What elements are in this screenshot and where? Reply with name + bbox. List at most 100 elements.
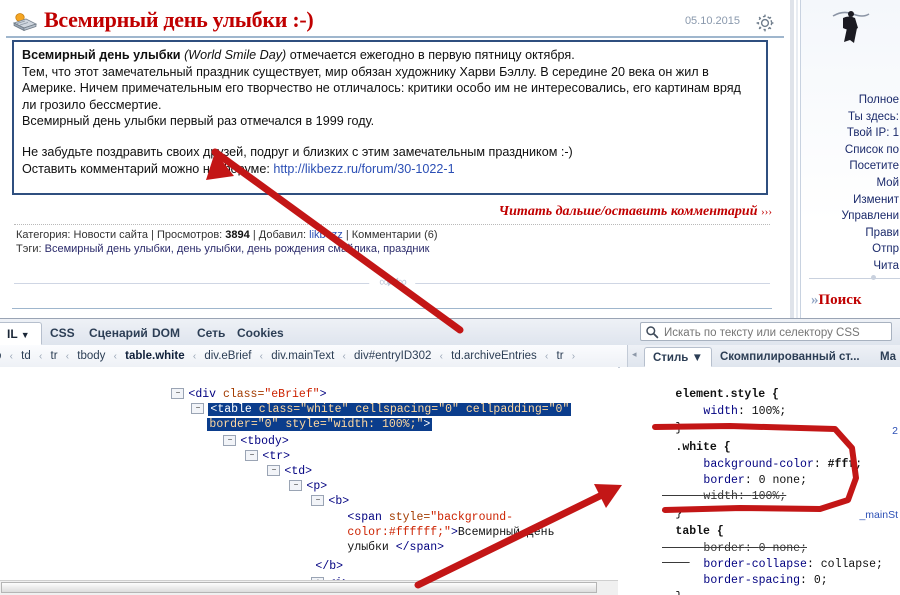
search-input[interactable] (662, 323, 892, 342)
css-source-link[interactable]: 2 (892, 424, 898, 440)
html-source-pane[interactable]: −<div class="eBrief"> −<table class="whi… (0, 367, 618, 595)
read-more-link[interactable]: Читать дальше/оставить комментарий ››› (499, 204, 772, 220)
sidebar-gutter (790, 0, 794, 318)
tab-layout[interactable]: Ma (872, 347, 900, 367)
tab-html[interactable]: IL ▼ (0, 322, 42, 345)
breadcrumb-item-div-maintext[interactable]: div.mainText (268, 350, 337, 362)
breadcrumb-item-tr-2[interactable]: tr (554, 350, 567, 362)
css-brace: } (675, 591, 682, 595)
css-style-pane[interactable]: element.style { width: 100%; } .white { … (620, 367, 900, 595)
article-entry: Всемирный день улыбки :-) 05.10.2015 Все… (6, 8, 784, 38)
tab-dom[interactable]: DOM (142, 322, 190, 345)
comments-label[interactable]: Комментарии (352, 229, 421, 241)
article-meta: Категория: Новости сайта | Просмотров: 3… (16, 229, 438, 256)
sidebar-link-2: Твой IP: 1 (801, 125, 899, 142)
css-value[interactable]: #fff (828, 458, 856, 471)
tab-css-label: CSS (50, 326, 75, 340)
breadcrumb-item-td[interactable]: td (18, 350, 34, 362)
breadcrumb-item-table-white[interactable]: table.white (122, 350, 187, 362)
breadcrumb-item-div-entryid302[interactable]: div#entryID302 (351, 350, 434, 362)
breadcrumb-overflow-left[interactable]: o (0, 350, 4, 362)
article-title[interactable]: Всемирный день улыбки :-) (44, 7, 313, 33)
tab-cookies[interactable]: Cookies (227, 322, 294, 345)
tab-style-label: Стиль (653, 352, 688, 364)
search-icon (645, 325, 659, 339)
sidebar-search-heading: »Поиск (811, 292, 862, 309)
sidebar-link-6[interactable]: Изменит (801, 192, 899, 209)
breadcrumb-overflow-right[interactable]: › (570, 351, 577, 362)
views-value: 3894 (225, 229, 249, 241)
author-value[interactable]: likbezz (309, 229, 343, 241)
chevron-down-icon: ▼ (21, 330, 30, 340)
breadcrumb-sep: ‹ (543, 351, 550, 362)
chevron-left-icon[interactable]: ◂ (632, 349, 637, 360)
css-value[interactable]: 0 (814, 574, 821, 587)
devtools-tab-bar: IL ▼ CSS Сценарий DOM Сеть Cookies (0, 319, 900, 346)
article-spacer (22, 130, 758, 144)
tab-computed-style-label: Скомпилированный ст... (720, 351, 860, 363)
sidebar-link-1[interactable]: Ты здесь: (801, 109, 899, 126)
article-header-rule (6, 36, 784, 38)
css-declaration[interactable]: border-spacing: 0; (662, 557, 828, 595)
sidebar-link-10[interactable]: Чита (801, 258, 899, 275)
tab-style[interactable]: Стиль ▼ (644, 347, 712, 367)
sidebar-link-7[interactable]: Управлени (801, 208, 899, 225)
breadcrumb-sep: ‹ (112, 351, 119, 362)
meta-divider (14, 224, 770, 225)
article-lead-italic: (World Smile Day) (184, 48, 286, 62)
breadcrumb-sep: ‹ (191, 351, 198, 362)
article-lead-rest: отмечается ежегодно в первую пятницу окт… (286, 48, 575, 62)
sidebar-link-4[interactable]: Посетите (801, 158, 899, 175)
article-paragraph-1: Всемирный день улыбки (World Smile Day) … (22, 47, 758, 64)
tab-net-label: Сеть (197, 326, 225, 340)
gear-icon[interactable] (754, 12, 776, 34)
sidebar-link-0[interactable]: Полное (801, 92, 899, 109)
breadcrumb-item-div-ebrief[interactable]: div.eBrief (201, 350, 254, 362)
article-forum-link[interactable]: http://likbezz.ru/forum/30-1022-1 (273, 162, 454, 176)
css-value[interactable]: collapse (821, 558, 876, 571)
sidebar-link-9[interactable]: Отпр (801, 241, 899, 258)
sidebar-search-chevrons: » (811, 292, 819, 308)
breadcrumb-sep: ‹ (8, 351, 15, 362)
css-value[interactable]: 100% (752, 405, 780, 418)
devtools-search-box[interactable] (640, 322, 892, 341)
article-lead-bold: Всемирный день улыбки (22, 48, 181, 62)
read-more-label: Читать дальше/оставить комментарий (499, 204, 758, 219)
site-logo-icon (827, 4, 873, 50)
category-label: Категория: (16, 229, 70, 241)
css-source-link[interactable]: _mainSt (859, 508, 898, 524)
breadcrumb-sep: ‹ (340, 351, 347, 362)
html-pane-horizontal-scrollbar[interactable] (0, 580, 618, 595)
sidebar-link-3[interactable]: Список по (801, 142, 899, 159)
breadcrumb-item-tbody[interactable]: tbody (74, 350, 108, 362)
tags-label: Тэги: (16, 243, 42, 255)
breadcrumb-sep: ‹ (37, 351, 44, 362)
author-label: Добавил: (259, 229, 306, 241)
comments-count: (6) (424, 229, 437, 241)
css-prop: width (703, 405, 738, 418)
breadcrumb: o ‹ td ‹ tr ‹ tbody ‹ table.white ‹ div.… (0, 345, 577, 367)
breadcrumb-item-td-archiveentries[interactable]: td.archiveEntries (448, 350, 540, 362)
sidebar-link-8[interactable]: Прави (801, 225, 899, 242)
css-rule-close: } (634, 574, 682, 595)
css-value[interactable]: 100% (752, 490, 780, 503)
tab-computed-style[interactable]: Скомпилированный ст... (712, 347, 868, 367)
news-announce-icon (12, 12, 38, 32)
css-prop: border-spacing (703, 574, 800, 587)
category-value[interactable]: Новости сайта (74, 229, 148, 241)
ornament-divider: ∞⧓∞ (14, 274, 770, 292)
tab-html-label: IL (7, 327, 17, 341)
scrollbar-thumb[interactable] (1, 582, 597, 593)
sidebar-link-5[interactable]: Мой (801, 175, 899, 192)
browser-page-region: Всемирный день улыбки :-) 05.10.2015 Все… (0, 0, 900, 318)
tab-dom-label: DOM (152, 326, 180, 340)
breadcrumb-item-tr[interactable]: tr (48, 350, 61, 362)
tab-css[interactable]: CSS (40, 322, 85, 345)
article-meta-line2: Тэги: Всемирный день улыбки, день улыбки… (16, 243, 438, 257)
page-content-column: Всемирный день улыбки :-) 05.10.2015 Все… (0, 0, 790, 318)
article-paragraph-5: Оставить комментарий можно на форуме: ht… (22, 161, 758, 178)
tags-value[interactable]: Всемирный день улыбки, день улыбки, день… (45, 243, 430, 255)
firebug-devtools-panel: IL ▼ CSS Сценарий DOM Сеть Cookies (0, 318, 900, 595)
sidebar-gutter-2 (796, 0, 798, 318)
article-text-box: Всемирный день улыбки (World Smile Day) … (12, 40, 768, 195)
